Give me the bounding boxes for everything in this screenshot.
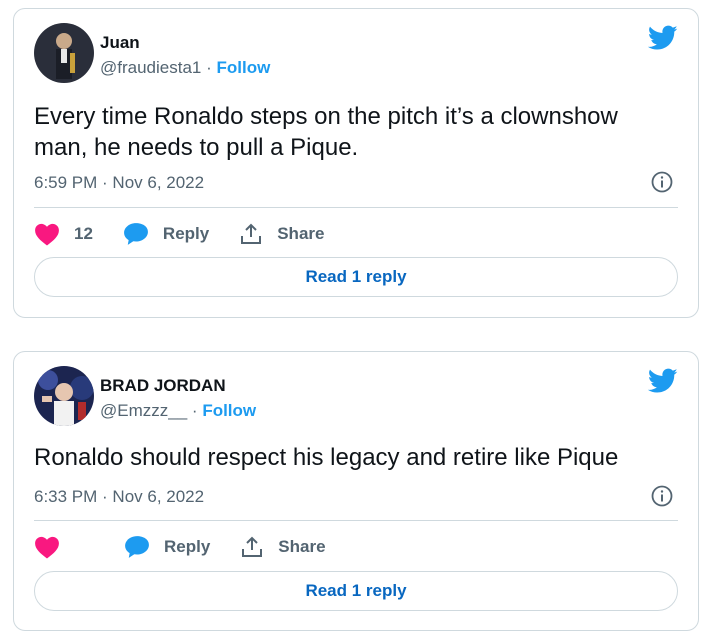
follow-button[interactable]: Follow [217,58,271,77]
twitter-bird-icon[interactable] [648,368,678,394]
reply-label: Reply [164,537,211,556]
share-button[interactable]: Share [240,535,326,559]
heart-icon [35,223,59,246]
divider [34,207,678,208]
divider [34,520,678,521]
tweet-card[interactable]: BRAD JORDAN @Emzzz__ · Follow Ronaldo sh… [13,351,699,631]
timestamp[interactable]: 6:33 PM · Nov 6, 2022 [34,487,204,507]
read-replies-button[interactable]: Read 1 reply [34,571,678,611]
heart-icon [35,536,59,559]
handle[interactable]: @fraudiesta1 [100,58,201,77]
display-name[interactable]: BRAD JORDAN [100,376,226,396]
separator: · [191,401,198,420]
twitter-bird-icon[interactable] [648,25,678,51]
handle-row: @fraudiesta1 · Follow [100,58,270,78]
timestamp[interactable]: 6:59 PM · Nov 6, 2022 [34,173,204,193]
reply-button[interactable]: Reply [124,535,210,559]
tweet-text: Ronaldo should respect his legacy and re… [34,444,619,471]
action-bar: 12 Reply Share [34,221,354,247]
info-icon[interactable] [650,484,674,508]
handle-row: @Emzzz__ · Follow [100,401,256,421]
tweet-text: Every time Ronaldo steps on the pitch it… [34,103,618,161]
read-replies-button[interactable]: Read 1 reply [34,257,678,297]
share-icon [242,536,263,557]
reply-label: Reply [162,224,210,243]
follow-button[interactable]: Follow [202,401,256,420]
reply-bubble-icon [125,536,149,558]
like-count: 12 [74,224,93,243]
avatar[interactable] [34,366,94,426]
like-button[interactable]: 12 [34,222,93,246]
share-button[interactable]: Share [239,222,324,246]
separator: · [206,58,212,77]
share-label: Share [277,224,325,243]
tweet-card[interactable]: Juan @fraudiesta1 · Follow Every time Ro… [13,8,699,318]
handle[interactable]: @Emzzz__ [100,401,187,420]
share-icon [241,223,262,244]
action-bar: Reply Share [34,534,356,560]
reply-button[interactable]: Reply [123,222,209,246]
like-button[interactable] [34,535,74,559]
info-icon[interactable] [650,170,674,194]
display-name[interactable]: Juan [100,33,140,53]
share-label: Share [278,537,326,556]
avatar[interactable] [34,23,94,83]
reply-bubble-icon [124,223,148,245]
